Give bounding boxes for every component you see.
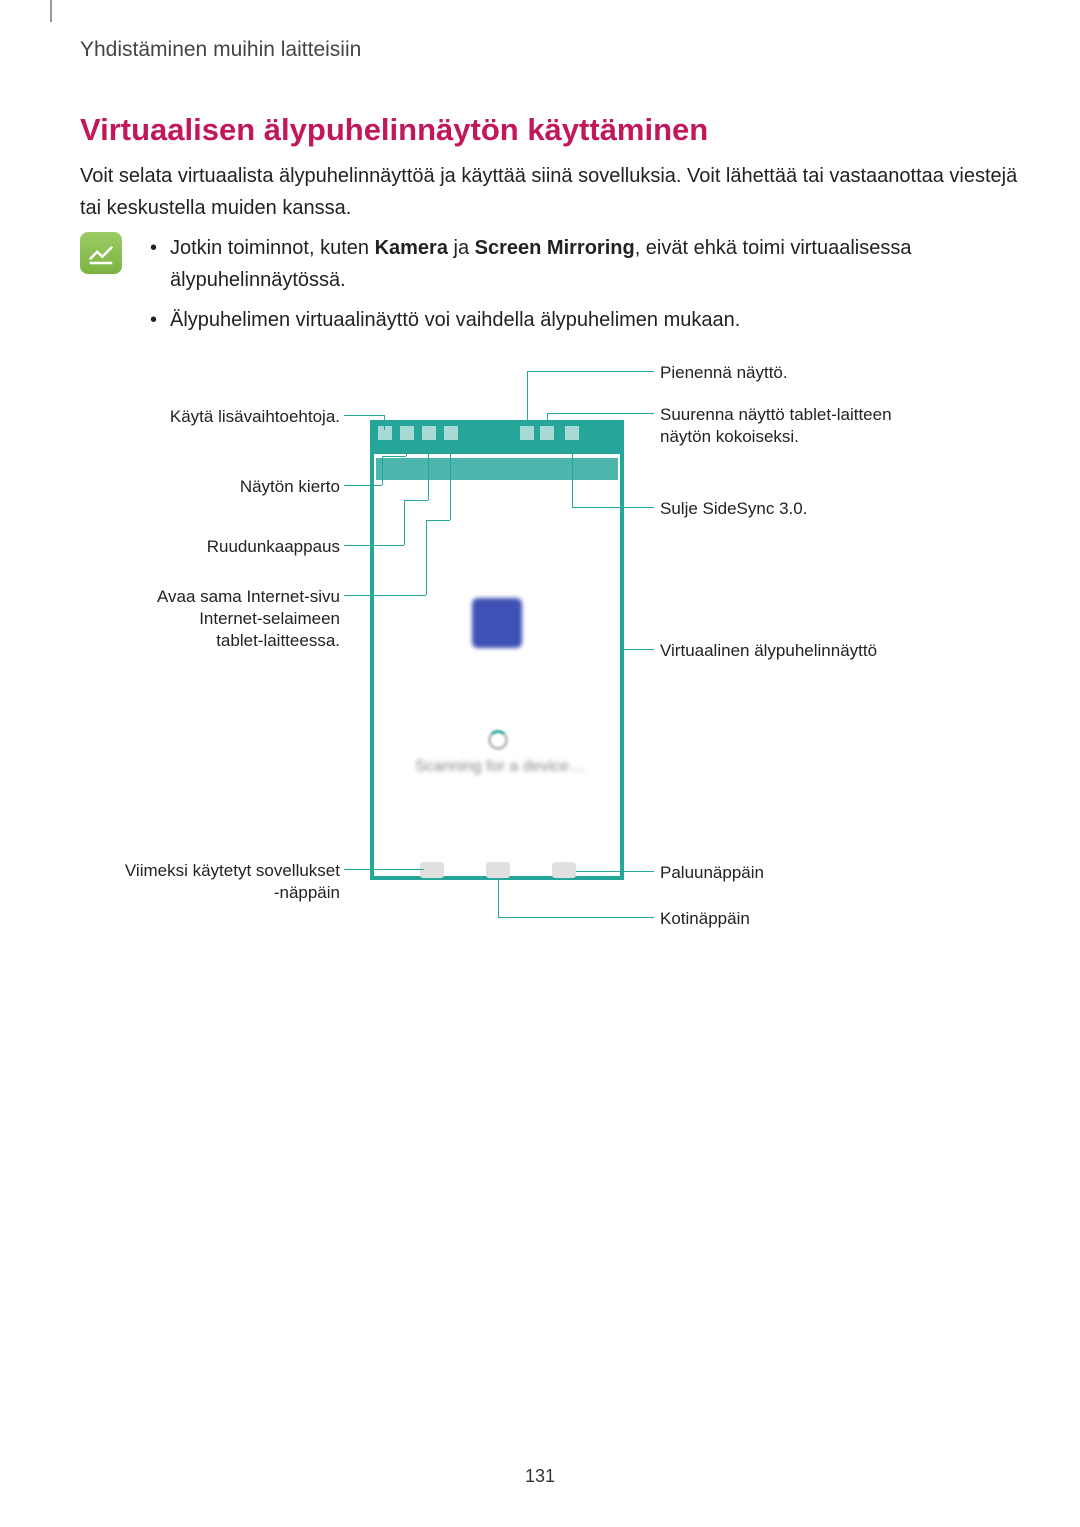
virtual-phone-frame bbox=[370, 420, 624, 880]
note-bold-kamera: Kamera bbox=[375, 237, 448, 259]
home-button[interactable] bbox=[486, 862, 510, 878]
note-text: Älypuhelimen virtuaalinäyttö voi vaihdel… bbox=[170, 304, 740, 336]
label-maximize: Suurenna näyttö tablet-laitteen näytön k… bbox=[660, 404, 892, 448]
rotate-screen-icon[interactable] bbox=[400, 426, 414, 440]
breadcrumb-header: Yhdistäminen muihin laitteisiin bbox=[80, 38, 361, 62]
diagram: Scanning for a device… Käytä lisävaihtoe… bbox=[0, 350, 1080, 970]
note-text: Jotkin toiminnot, kuten bbox=[170, 237, 375, 259]
open-internet-icon[interactable] bbox=[444, 426, 458, 440]
body-paragraph: Voit selata virtuaalista älypuhelinnäytt… bbox=[80, 160, 1020, 224]
note-bold-screenmirroring: Screen Mirroring bbox=[475, 237, 635, 259]
phone-scan-text: Scanning for a device… bbox=[400, 758, 600, 776]
close-sidesync-icon[interactable] bbox=[565, 426, 579, 440]
label-back: Paluunäppäin bbox=[660, 862, 764, 884]
maximize-icon[interactable] bbox=[540, 426, 554, 440]
label-rotate: Näytön kierto bbox=[80, 476, 340, 498]
page-number: 131 bbox=[0, 1466, 1080, 1487]
label-minimize: Pienennä näyttö. bbox=[660, 362, 788, 384]
recent-apps-button[interactable] bbox=[420, 862, 444, 878]
label-capture: Ruudunkaappaus bbox=[80, 536, 340, 558]
label-internet: Avaa sama Internet-sivu Internet-selaime… bbox=[80, 586, 340, 652]
label-virtual-screen: Virtuaalinen älypuhelinnäyttö bbox=[660, 640, 877, 662]
note-block: • Jotkin toiminnot, kuten Kamera ja Scre… bbox=[80, 232, 1020, 344]
label-home: Kotinäppäin bbox=[660, 908, 750, 930]
section-title: Virtuaalisen älypuhelinnäytön käyttämine… bbox=[80, 112, 708, 148]
back-button[interactable] bbox=[552, 862, 576, 878]
loading-spinner-icon bbox=[488, 730, 508, 750]
label-more-options: Käytä lisävaihtoehtoja. bbox=[80, 406, 340, 428]
page-margin-mark bbox=[50, 0, 52, 22]
minimize-icon[interactable] bbox=[520, 426, 534, 440]
phone-statusbar bbox=[376, 458, 618, 480]
label-recent-apps: Viimeksi käytetyt sovellukset -näppäin bbox=[80, 860, 340, 904]
note-item-1: • Jotkin toiminnot, kuten Kamera ja Scre… bbox=[150, 232, 1020, 296]
more-options-icon[interactable] bbox=[378, 426, 392, 440]
note-item-2: • Älypuhelimen virtuaalinäyttö voi vaihd… bbox=[150, 304, 1020, 336]
sidesync-app-icon bbox=[472, 598, 522, 648]
note-text: ja bbox=[448, 237, 475, 259]
label-close: Sulje SideSync 3.0. bbox=[660, 498, 807, 520]
screenshot-icon[interactable] bbox=[422, 426, 436, 440]
note-icon bbox=[80, 232, 122, 274]
